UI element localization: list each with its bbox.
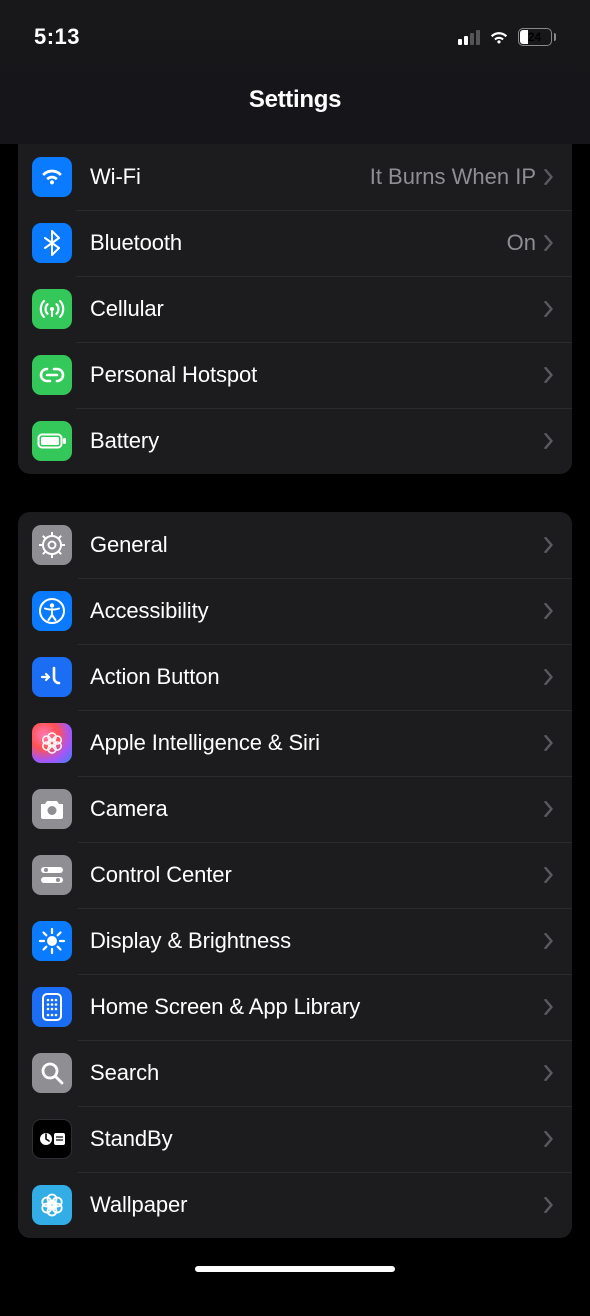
wifi-icon [32, 157, 72, 197]
row-general[interactable]: General [18, 512, 572, 578]
row-accessibility-label: Accessibility [90, 598, 540, 624]
standby-icon [32, 1119, 72, 1159]
row-bluetooth-label: Bluetooth [90, 230, 507, 256]
row-search[interactable]: Search [18, 1040, 572, 1106]
chevron-right-icon [540, 801, 558, 817]
action-button-icon [32, 657, 72, 697]
chevron-right-icon [540, 999, 558, 1015]
row-bluetooth[interactable]: Bluetooth On [18, 210, 572, 276]
page-title: Settings [249, 86, 341, 114]
row-wallpaper-label: Wallpaper [90, 1192, 540, 1218]
cellular-icon [32, 289, 72, 329]
accessibility-icon [32, 591, 72, 631]
chevron-right-icon [540, 169, 558, 185]
status-bar: 5:13 24 [0, 0, 590, 56]
chevron-right-icon [540, 603, 558, 619]
camera-icon [32, 789, 72, 829]
row-cellular[interactable]: Cellular [18, 276, 572, 342]
chevron-right-icon [540, 933, 558, 949]
row-wifi-value: It Burns When IP [370, 164, 536, 190]
row-action-button[interactable]: Action Button [18, 644, 572, 710]
row-cellular-label: Cellular [90, 296, 540, 322]
row-control-center-label: Control Center [90, 862, 540, 888]
settings-group-connectivity: Wi-Fi It Burns When IP Bluetooth On [18, 144, 572, 474]
row-hotspot-label: Personal Hotspot [90, 362, 540, 388]
battery-icon [32, 421, 72, 461]
page-header: Settings [0, 56, 590, 144]
chevron-right-icon [540, 235, 558, 251]
row-standby[interactable]: StandBy [18, 1106, 572, 1172]
wifi-status-icon [488, 29, 510, 45]
row-accessibility[interactable]: Accessibility [18, 578, 572, 644]
wallpaper-icon [32, 1185, 72, 1225]
chevron-right-icon [540, 1197, 558, 1213]
chevron-right-icon [540, 1065, 558, 1081]
chevron-right-icon [540, 867, 558, 883]
control-center-icon [32, 855, 72, 895]
row-wifi-label: Wi-Fi [90, 164, 370, 190]
row-camera[interactable]: Camera [18, 776, 572, 842]
row-control-center[interactable]: Control Center [18, 842, 572, 908]
chevron-right-icon [540, 735, 558, 751]
chevron-right-icon [540, 367, 558, 383]
row-apple-intel-label: Apple Intelligence & Siri [90, 730, 540, 756]
battery-percent: 24 [528, 30, 541, 44]
home-indicator[interactable] [195, 1266, 395, 1272]
brightness-icon [32, 921, 72, 961]
row-wallpaper[interactable]: Wallpaper [18, 1172, 572, 1238]
gear-icon [32, 525, 72, 565]
chevron-right-icon [540, 537, 558, 553]
hotspot-icon [32, 355, 72, 395]
row-personal-hotspot[interactable]: Personal Hotspot [18, 342, 572, 408]
search-icon [32, 1053, 72, 1093]
row-action-button-label: Action Button [90, 664, 540, 690]
row-search-label: Search [90, 1060, 540, 1086]
cellular-signal-icon [458, 29, 480, 45]
bluetooth-icon [32, 223, 72, 263]
row-display-label: Display & Brightness [90, 928, 540, 954]
battery-status-icon: 24 [518, 28, 557, 46]
row-display[interactable]: Display & Brightness [18, 908, 572, 974]
row-standby-label: StandBy [90, 1126, 540, 1152]
row-home-screen[interactable]: Home Screen & App Library [18, 974, 572, 1040]
row-apple-intelligence[interactable]: Apple Intelligence & Siri [18, 710, 572, 776]
row-bluetooth-value: On [507, 230, 536, 256]
row-battery-label: Battery [90, 428, 540, 454]
chevron-right-icon [540, 1131, 558, 1147]
status-indicators: 24 [458, 28, 557, 46]
home-screen-icon [32, 987, 72, 1027]
settings-group-device: General Accessibility Action Butt [18, 512, 572, 1238]
row-battery[interactable]: Battery [18, 408, 572, 474]
row-home-screen-label: Home Screen & App Library [90, 994, 540, 1020]
chevron-right-icon [540, 301, 558, 317]
chevron-right-icon [540, 433, 558, 449]
siri-icon [32, 723, 72, 763]
row-general-label: General [90, 532, 540, 558]
row-camera-label: Camera [90, 796, 540, 822]
status-time: 5:13 [34, 24, 80, 50]
chevron-right-icon [540, 669, 558, 685]
row-wifi[interactable]: Wi-Fi It Burns When IP [18, 144, 572, 210]
